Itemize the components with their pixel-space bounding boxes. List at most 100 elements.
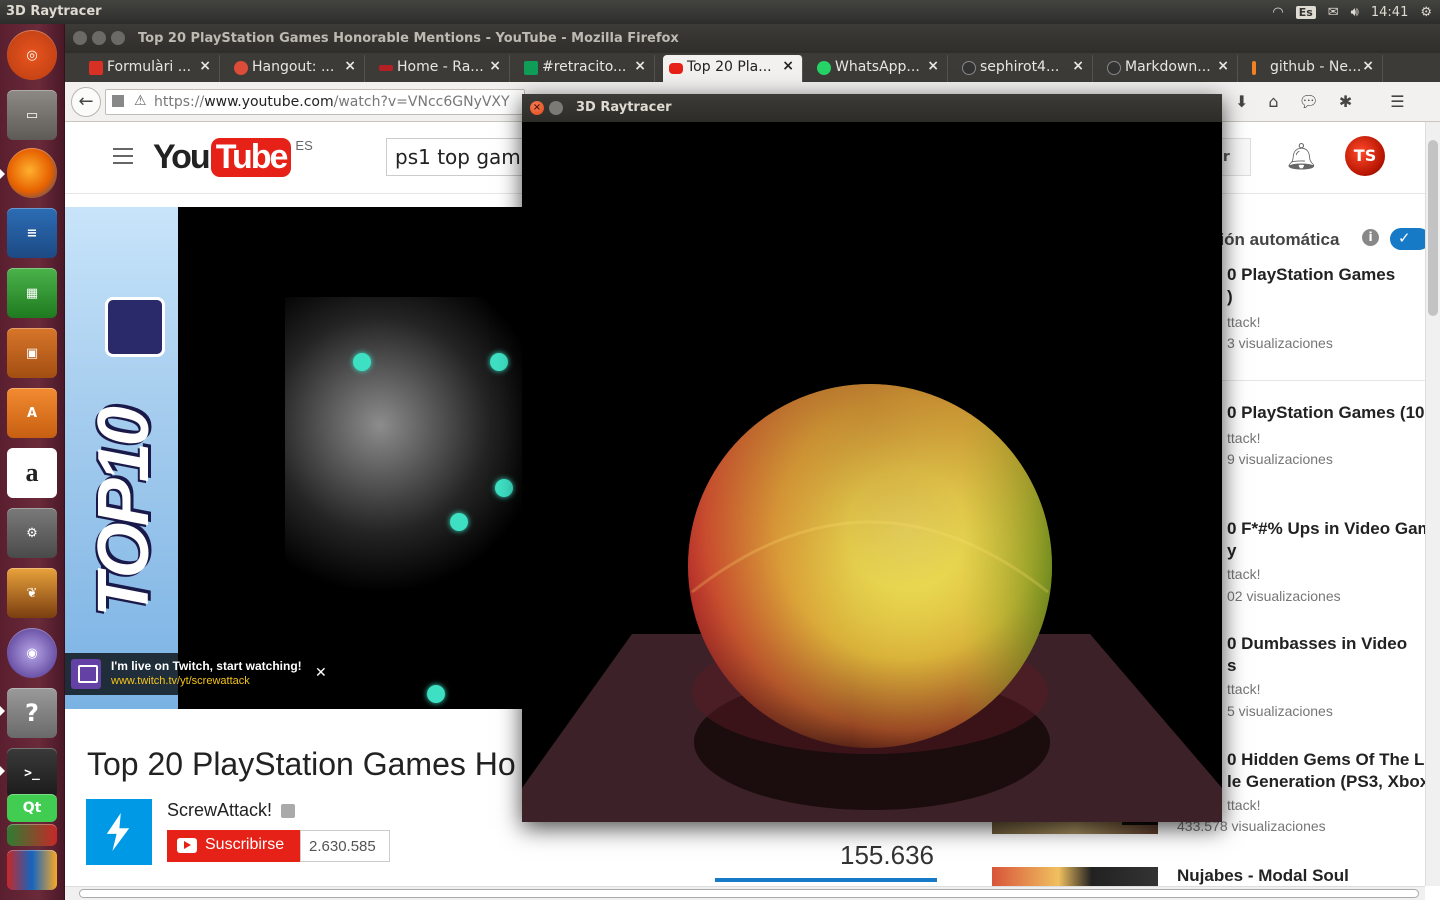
calc-icon[interactable]: ▦ <box>7 268 57 318</box>
scrollbar-thumb[interactable] <box>1428 140 1438 316</box>
browser-tab[interactable]: Markdown... × <box>1101 55 1238 82</box>
software-center-icon[interactable]: A <box>7 388 57 438</box>
close-icon[interactable]: × <box>530 101 544 115</box>
home-icon[interactable]: ⌂ <box>1268 92 1278 111</box>
related-thumbnail[interactable] <box>992 867 1158 886</box>
browser-tab[interactable]: Hangout: ... × <box>228 55 365 82</box>
notifications-bell-icon[interactable]: 🔔︎ <box>1285 142 1318 172</box>
related-title[interactable]: 0 F*#% Ups in Video Game <box>1227 518 1425 540</box>
related-title[interactable]: y <box>1227 540 1236 562</box>
close-tab-icon[interactable]: × <box>927 58 939 74</box>
close-tab-icon[interactable]: × <box>1362 58 1374 74</box>
warning-icon[interactable]: ⚠ <box>134 93 147 109</box>
amazon-icon[interactable]: a <box>7 448 57 498</box>
minimize-icon[interactable] <box>549 101 563 115</box>
related-title[interactable]: 0 PlayStation Games (10-1 <box>1227 402 1425 424</box>
tab-strip: Formulàri ... × Hangout: ... × Home - Ra… <box>65 53 1440 107</box>
settings-gear-icon[interactable]: ⚙ <box>1420 5 1432 20</box>
browser-tab[interactable]: Home - Ra... × <box>373 55 510 82</box>
browser-tab[interactable]: Formulàri ... × <box>83 55 220 82</box>
overlay-link[interactable]: www.twitch.tv/yt/screwattack <box>111 675 250 687</box>
video-detail <box>490 353 508 371</box>
terminal-icon[interactable]: >_ <box>7 748 57 798</box>
clock[interactable]: 14:41 <box>1371 5 1408 20</box>
close-icon[interactable]: ✕ <box>315 665 327 681</box>
extension-icon[interactable]: ✱ <box>1339 92 1352 111</box>
minimize-icon[interactable] <box>92 31 106 45</box>
close-tab-icon[interactable]: × <box>1072 58 1084 74</box>
raytracer-title: 3D Raytracer <box>576 100 672 115</box>
page-icon <box>112 95 124 107</box>
app-icon[interactable]: ❦ <box>7 568 57 618</box>
browser-tab[interactable]: WhatsApp... × <box>811 55 948 82</box>
related-channel: ttack! <box>1227 681 1261 697</box>
back-button[interactable]: ← <box>71 87 101 117</box>
channel-name[interactable]: ScrewAttack! <box>167 800 272 821</box>
horizontal-scrollbar[interactable] <box>65 886 1425 900</box>
close-tab-icon[interactable]: × <box>1217 58 1229 74</box>
tab-label: WhatsApp... <box>835 59 920 75</box>
video-title: Top 20 PlayStation Games Ho <box>87 746 516 782</box>
browser-tab[interactable]: #retracito... × <box>518 55 655 82</box>
autoplay-toggle[interactable]: ✓ <box>1390 228 1425 250</box>
volume-icon[interactable]: 🔊︎ <box>1351 5 1359 20</box>
close-tab-icon[interactable]: × <box>782 58 794 74</box>
files-icon[interactable]: ▭ <box>7 90 57 140</box>
sheets-icon <box>524 61 538 75</box>
browser-tab[interactable]: sephirot4... × <box>956 55 1093 82</box>
running-indicator <box>0 706 5 716</box>
related-channel: ttack! <box>1227 797 1261 813</box>
guide-menu-icon[interactable] <box>113 148 133 164</box>
region-label: ES <box>295 138 313 153</box>
channel-logo[interactable] <box>86 799 152 865</box>
vertical-scrollbar[interactable] <box>1425 122 1440 886</box>
system-settings-icon[interactable]: ⚙ <box>7 508 57 558</box>
subscribe-button[interactable]: Suscribirse <box>167 830 300 862</box>
download-icon[interactable]: ⬇ <box>1235 92 1248 111</box>
scrollbar-thumb[interactable] <box>79 889 1419 898</box>
browser-tab[interactable]: github - Ne... × <box>1246 55 1383 82</box>
writer-icon[interactable]: ≡ <box>7 208 57 258</box>
impress-icon[interactable]: ▣ <box>7 328 57 378</box>
video-detail <box>353 353 371 371</box>
video-frame <box>285 297 522 617</box>
maximize-icon[interactable] <box>111 31 125 45</box>
youtube-logo[interactable]: You Tube ES <box>153 136 313 178</box>
related-title[interactable]: ) <box>1227 286 1233 308</box>
related-title[interactable]: 0 Hidden Gems Of The La <box>1227 749 1425 771</box>
unity-launcher: ◎ ▭ ≡ ▦ ▣ A a ⚙ ❦ ◉ ? >_ Qt <box>0 24 65 900</box>
app-icon[interactable] <box>7 850 57 890</box>
eclipse-icon[interactable]: ◉ <box>7 628 57 678</box>
firefox-icon[interactable] <box>7 148 57 198</box>
raytracer-titlebar[interactable]: × 3D Raytracer <box>522 94 1222 122</box>
related-title[interactable]: le Generation (PS3, Xbox <box>1227 771 1425 793</box>
related-title[interactable]: 0 Dumbasses in Video <box>1227 633 1407 655</box>
close-tab-icon[interactable]: × <box>489 58 501 74</box>
menu-icon[interactable]: ☰ <box>1390 92 1404 111</box>
related-title[interactable]: 0 PlayStation Games <box>1227 264 1395 286</box>
ubuntu-dash-icon[interactable]: ◎ <box>7 30 57 80</box>
info-icon[interactable]: i <box>1362 229 1379 246</box>
qt-creator-icon[interactable]: Qt <box>7 794 57 822</box>
url-text: https://www.youtube.com/watch?v=VNcc6GNy… <box>154 94 510 110</box>
related-title[interactable]: s <box>1227 655 1236 677</box>
twitch-overlay[interactable]: I'm live on Twitch, start watching! www.… <box>65 653 345 695</box>
close-tab-icon[interactable]: × <box>199 58 211 74</box>
video-player[interactable]: TOP10 I'm live on Twitch, start watching… <box>65 207 522 709</box>
close-icon[interactable] <box>73 31 87 45</box>
browser-tab-active[interactable]: Top 20 Pla... × <box>663 55 803 82</box>
related-title[interactable]: Nujabes - Modal Soul <box>1177 865 1349 886</box>
keyboard-layout-indicator[interactable]: Es <box>1295 5 1316 19</box>
url-bar[interactable]: ⚠ https://www.youtube.com/watch?v=VNcc6G… <box>105 89 525 115</box>
window-title: Top 20 PlayStation Games Honorable Menti… <box>138 31 679 46</box>
app-icon[interactable] <box>7 824 57 846</box>
wifi-icon[interactable]: ◠ <box>1272 5 1283 20</box>
mail-icon[interactable]: ✉ <box>1328 5 1339 20</box>
avatar[interactable]: TS <box>1345 136 1385 176</box>
chat-icon[interactable]: 💬︎ <box>1299 92 1319 111</box>
close-tab-icon[interactable]: × <box>344 58 356 74</box>
render-canvas <box>522 122 1222 822</box>
help-icon[interactable]: ? <box>7 688 57 738</box>
sphere-top-shade <box>688 384 1052 748</box>
close-tab-icon[interactable]: × <box>634 58 646 74</box>
